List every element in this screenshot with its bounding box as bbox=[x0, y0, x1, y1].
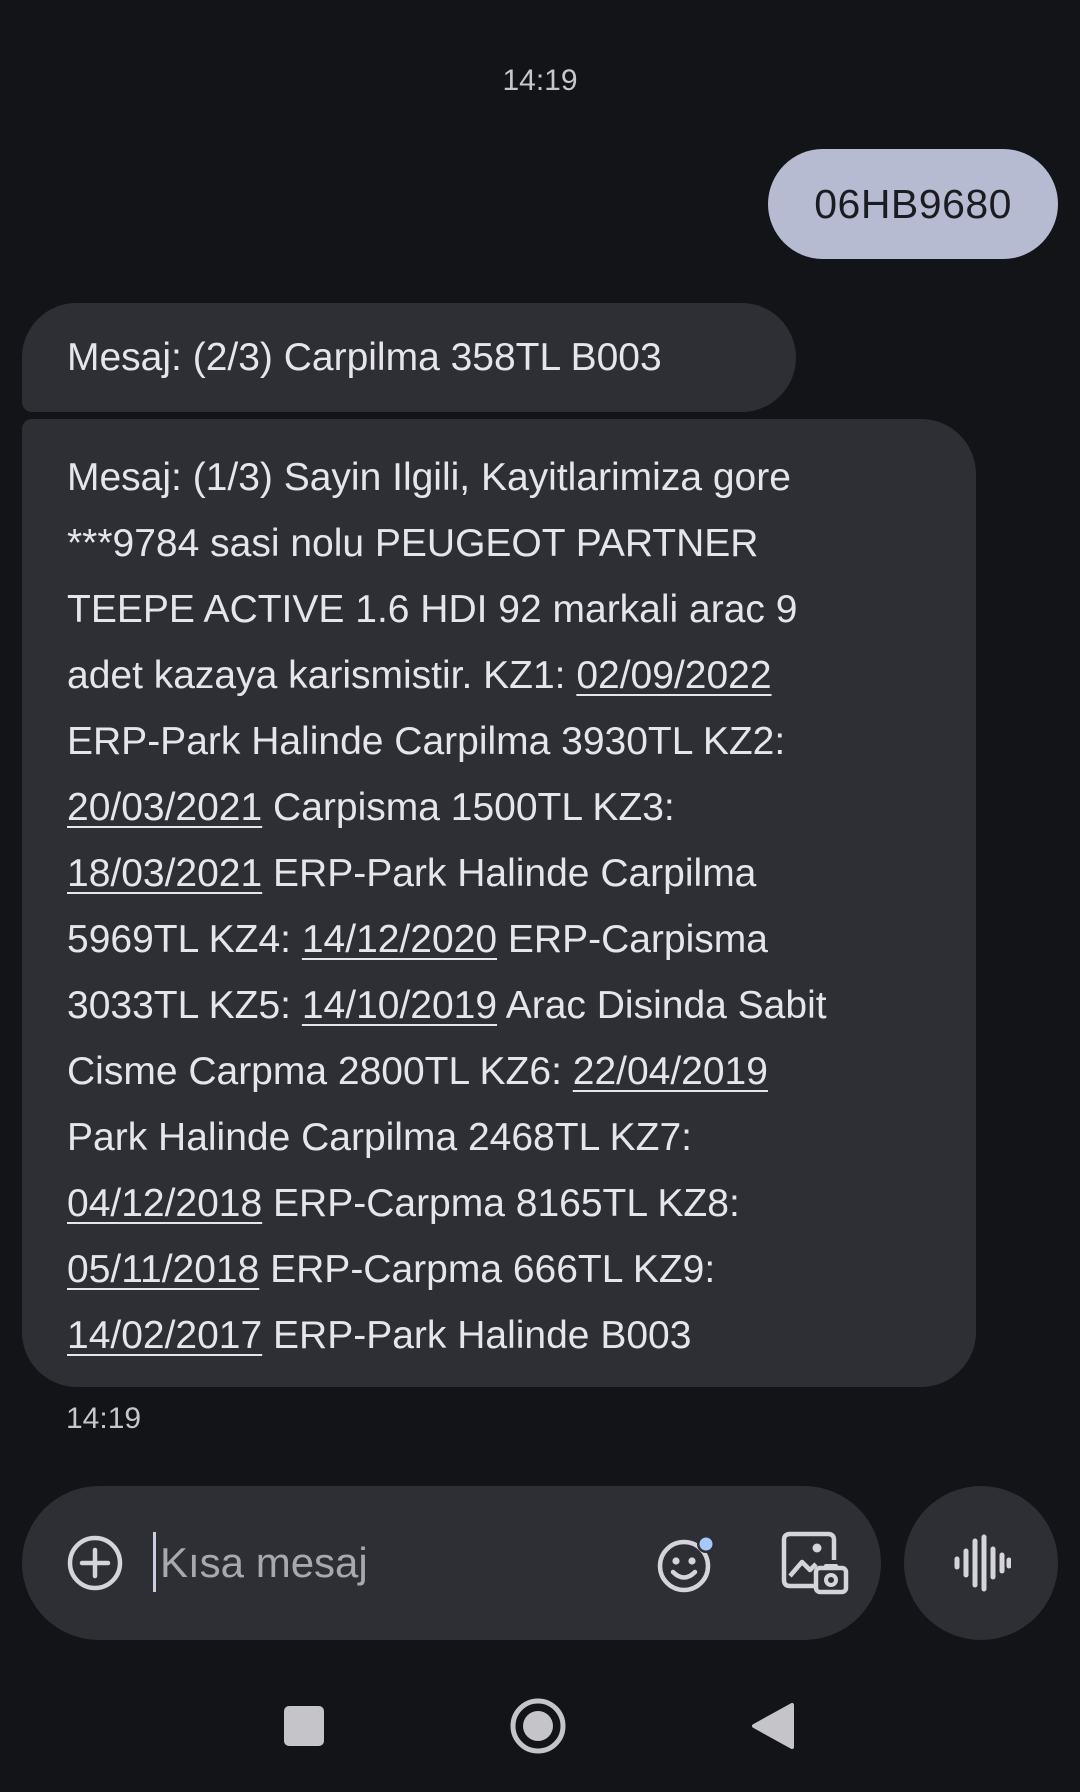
sent-message-bubble[interactable]: 06HB9680 bbox=[768, 149, 1058, 259]
date-link[interactable]: 14/10/2019 bbox=[302, 984, 497, 1027]
plus-circle-icon bbox=[67, 1535, 123, 1591]
message-line: TEEPE ACTIVE 1.6 HDI 92 markali arac 9 bbox=[67, 577, 936, 643]
message-text: Park Halinde Carpilma 2468TL KZ7: bbox=[67, 1116, 693, 1159]
message-text: ***9784 sasi nolu PEUGEOT PARTNER bbox=[67, 522, 759, 565]
compose-bar bbox=[22, 1486, 881, 1640]
message-line: ***9784 sasi nolu PEUGEOT PARTNER bbox=[67, 511, 936, 577]
message-text: ERP-Carpisma bbox=[497, 918, 768, 961]
date-link[interactable]: 18/03/2021 bbox=[67, 852, 262, 895]
back-triangle-icon bbox=[752, 1703, 794, 1749]
message-text: adet kazaya karismistir. KZ1: bbox=[67, 654, 577, 697]
message-text: Carpisma 1500TL KZ3: bbox=[262, 786, 675, 829]
message-line: Cisme Carpma 2800TL KZ6: 22/04/2019 bbox=[67, 1039, 936, 1105]
gallery-button[interactable] bbox=[774, 1524, 852, 1602]
message-line: 18/03/2021 ERP-Park Halinde Carpilma bbox=[67, 841, 936, 907]
message-text: ERP-Park Halinde Carpilma bbox=[262, 852, 757, 895]
voice-waveform-icon bbox=[954, 1534, 1011, 1592]
message-text: 3033TL KZ5: bbox=[67, 984, 302, 1027]
message-input[interactable] bbox=[154, 1532, 630, 1594]
message-text: ERP-Carpma 8165TL KZ8: bbox=[262, 1182, 740, 1225]
date-link[interactable]: 05/11/2018 bbox=[67, 1248, 259, 1291]
message-text: Cisme Carpma 2800TL KZ6: bbox=[67, 1050, 573, 1093]
message-line: 05/11/2018 ERP-Carpma 666TL KZ9: bbox=[67, 1237, 936, 1303]
date-link[interactable]: 14/12/2020 bbox=[302, 918, 497, 961]
message-line: 04/12/2018 ERP-Carpma 8165TL KZ8: bbox=[67, 1171, 936, 1237]
emoji-button[interactable] bbox=[650, 1526, 724, 1600]
message-text: ERP-Park Halinde B003 bbox=[262, 1314, 692, 1357]
attach-button[interactable] bbox=[58, 1526, 132, 1600]
emoji-icon bbox=[657, 1535, 715, 1593]
message-line: Mesaj: (1/3) Sayin Ilgili, Kayitlarimiza… bbox=[67, 445, 936, 511]
received-message-text: Mesaj: (2/3) Carpilma 358TL B003 bbox=[67, 335, 662, 379]
recents-button[interactable] bbox=[254, 1676, 354, 1776]
message-text: ERP-Carpma 666TL KZ9: bbox=[259, 1248, 716, 1291]
date-link[interactable]: 20/03/2021 bbox=[67, 786, 262, 829]
voice-message-button[interactable] bbox=[904, 1486, 1058, 1640]
date-link[interactable]: 14/02/2017 bbox=[67, 1314, 262, 1357]
message-timestamp: 14:19 bbox=[502, 64, 578, 97]
home-circle-icon bbox=[510, 1698, 566, 1754]
message-line: ERP-Park Halinde Carpilma 3930TL KZ2: bbox=[67, 709, 936, 775]
received-message-bubble[interactable]: Mesaj: (2/3) Carpilma 358TL B003 bbox=[22, 303, 796, 412]
message-text: ERP-Park Halinde Carpilma 3930TL KZ2: bbox=[67, 720, 786, 763]
message-line: adet kazaya karismistir. KZ1: 02/09/2022 bbox=[67, 643, 936, 709]
received-message-bubble-long[interactable]: Mesaj: (1/3) Sayin Ilgili, Kayitlarimiza… bbox=[22, 419, 976, 1387]
recents-square-icon bbox=[284, 1706, 324, 1746]
message-line: 14/02/2017 ERP-Park Halinde B003 bbox=[67, 1303, 936, 1369]
message-timestamp: 14:19 bbox=[66, 1402, 142, 1435]
message-text: Mesaj: (1/3) Sayin Ilgili, Kayitlarimiza… bbox=[67, 456, 791, 499]
date-link[interactable]: 22/04/2019 bbox=[573, 1050, 768, 1093]
home-button[interactable] bbox=[488, 1676, 588, 1776]
back-button[interactable] bbox=[722, 1676, 822, 1776]
date-link[interactable]: 04/12/2018 bbox=[67, 1182, 262, 1225]
message-line: Park Halinde Carpilma 2468TL KZ7: bbox=[67, 1105, 936, 1171]
system-navigation-bar bbox=[0, 1676, 1080, 1776]
date-link[interactable]: 02/09/2022 bbox=[576, 654, 771, 697]
sent-message-text: 06HB9680 bbox=[814, 180, 1012, 227]
message-line: 5969TL KZ4: 14/12/2020 ERP-Carpisma bbox=[67, 907, 936, 973]
message-text: TEEPE ACTIVE 1.6 HDI 92 markali arac 9 bbox=[67, 588, 798, 631]
message-text: 5969TL KZ4: bbox=[67, 918, 302, 961]
gallery-icon bbox=[781, 1531, 849, 1595]
message-line: 20/03/2021 Carpisma 1500TL KZ3: bbox=[67, 775, 936, 841]
message-text: Arac Disinda Sabit bbox=[497, 984, 827, 1027]
message-line: 3033TL KZ5: 14/10/2019 Arac Disinda Sabi… bbox=[67, 973, 936, 1039]
